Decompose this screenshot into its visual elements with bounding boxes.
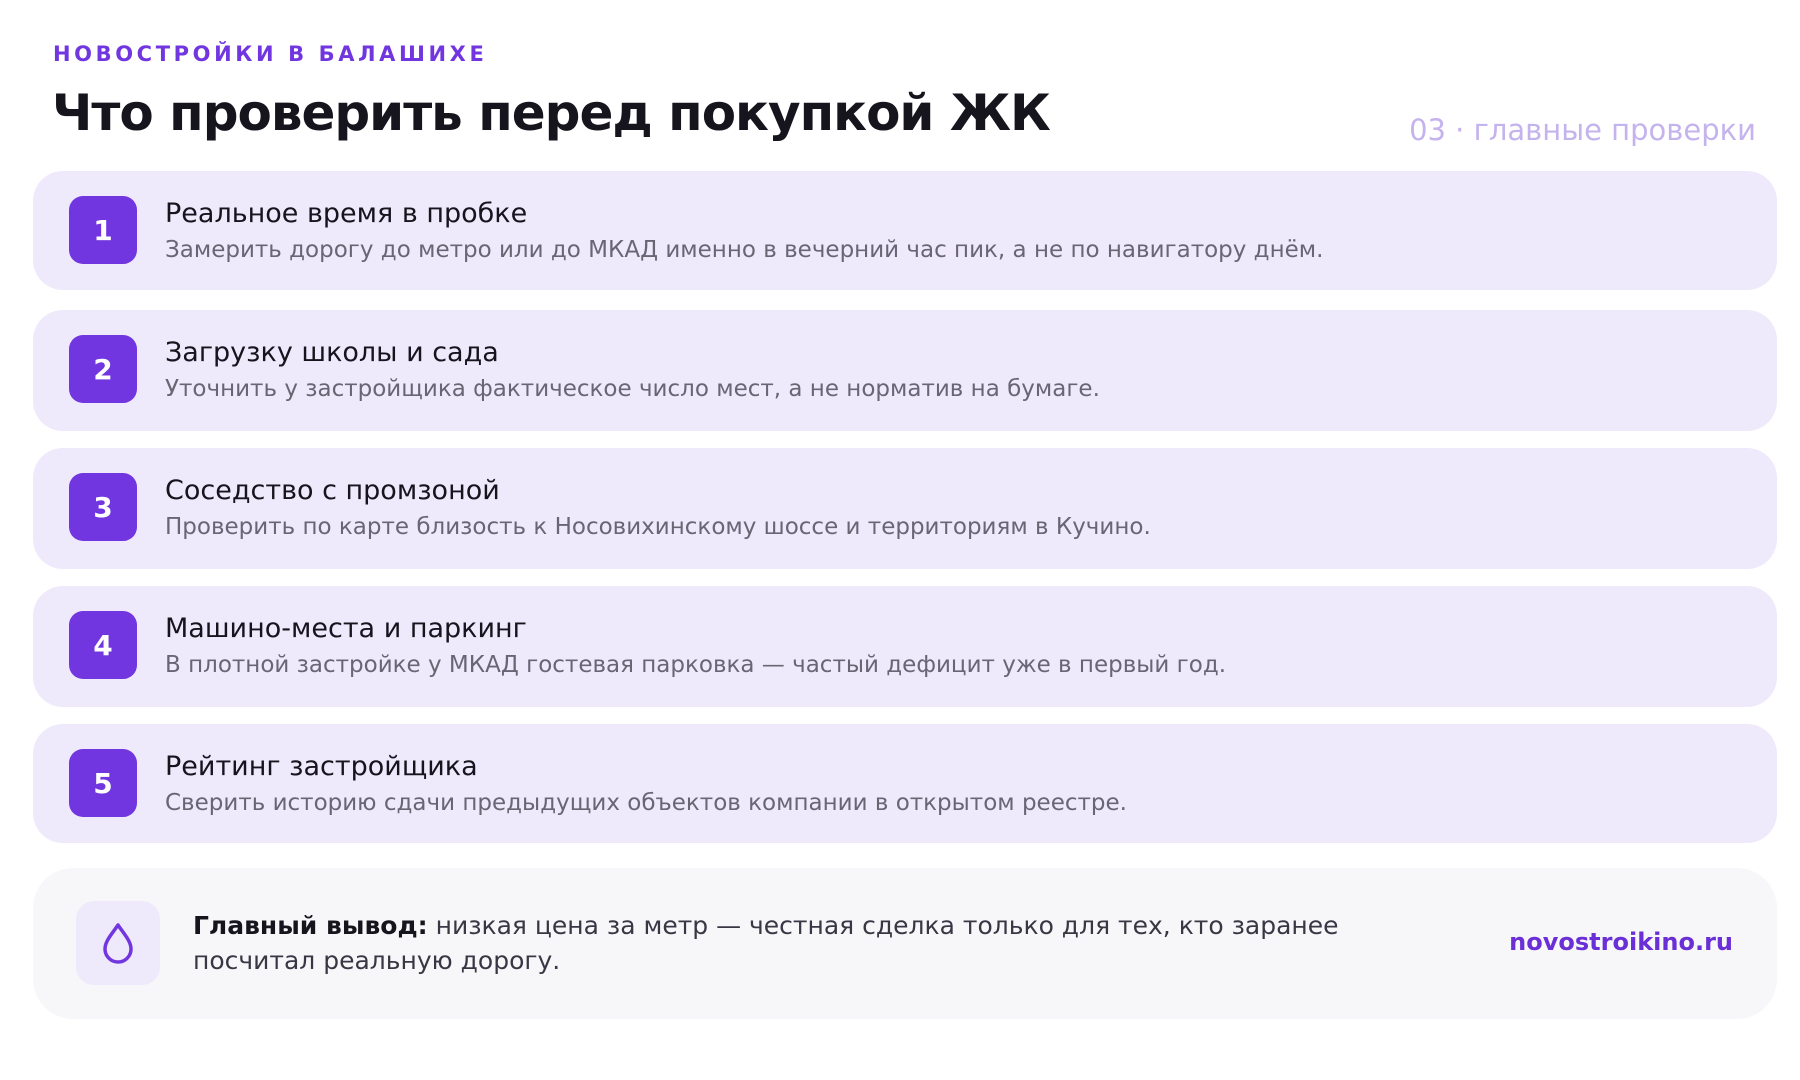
check-description: Сверить историю сдачи предыдущих объекто… <box>165 790 1127 816</box>
check-number-badge: 1 <box>69 196 137 264</box>
conclusion-card: Главный вывод: низкая цена за метр — чес… <box>33 868 1777 1019</box>
check-number-badge: 3 <box>69 473 137 541</box>
check-number-badge: 2 <box>69 335 137 403</box>
check-list: 1 Реальное время в пробке Замерить дорог… <box>33 171 1777 863</box>
site-brand: novostroikino.ru <box>1509 928 1733 956</box>
check-description: Замерить дорогу до метро или до МКАД име… <box>165 237 1324 263</box>
check-number-badge: 5 <box>69 749 137 817</box>
check-item: 5 Рейтинг застройщика Сверить историю сд… <box>33 724 1777 843</box>
check-title: Загрузку школы и сада <box>165 337 499 368</box>
check-title: Рейтинг застройщика <box>165 751 478 782</box>
check-description: В плотной застройке у МКАД гостевая парк… <box>165 652 1227 678</box>
check-title: Соседство с промзоной <box>165 475 500 506</box>
check-item: 1 Реальное время в пробке Замерить дорог… <box>33 171 1777 290</box>
conclusion-lead: Главный вывод: <box>193 911 428 940</box>
check-item: 4 Машино-места и паркинг В плотной застр… <box>33 586 1777 707</box>
eyebrow-label: НОВОСТРОЙКИ В БАЛАШИХЕ <box>53 42 488 66</box>
check-description: Уточнить у застройщика фактическое число… <box>165 376 1100 402</box>
checks-counter: 03 · главные проверки <box>1409 113 1756 147</box>
drop-icon-svg <box>103 923 133 964</box>
check-title: Машино-места и паркинг <box>165 613 527 644</box>
conclusion-text: Главный вывод: низкая цена за метр — чес… <box>193 908 1443 978</box>
check-number-badge: 4 <box>69 611 137 679</box>
drop-icon <box>76 901 160 985</box>
check-item: 2 Загрузку школы и сада Уточнить у застр… <box>33 310 1777 431</box>
check-title: Реальное время в пробке <box>165 198 528 229</box>
check-description: Проверить по карте близость к Носовихинс… <box>165 514 1151 540</box>
check-item: 3 Соседство с промзоной Проверить по кар… <box>33 448 1777 569</box>
page-title: Что проверить перед покупкой ЖК <box>52 84 1051 142</box>
